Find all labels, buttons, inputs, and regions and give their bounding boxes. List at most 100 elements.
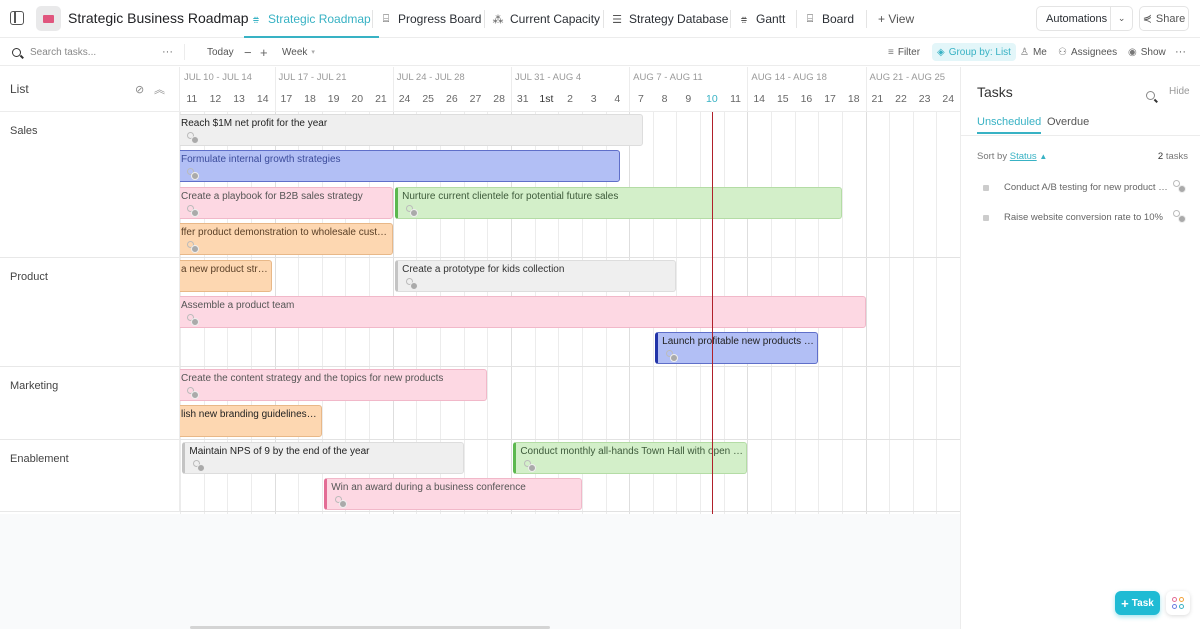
today-button[interactable]: Today (207, 38, 234, 66)
tab-board[interactable]: ⌸ Board (804, 0, 854, 38)
show-button[interactable]: ◉ Show (1128, 38, 1166, 66)
task-bar[interactable]: Win an award during a business conferenc… (324, 478, 582, 510)
grid-line (936, 112, 938, 514)
automations-button[interactable]: Automations ⌄ (1036, 6, 1133, 31)
hide-panel-button[interactable]: Hide (1169, 86, 1190, 97)
assignee-icon[interactable] (406, 277, 419, 290)
assignee-icon[interactable] (187, 168, 199, 181)
group-sales[interactable]: Sales (0, 112, 180, 258)
week-divider (747, 67, 749, 111)
assignee-icon[interactable] (666, 350, 679, 363)
task-bar[interactable]: Create a playbook for B2B sales strategy (180, 186, 393, 219)
assignee-icon[interactable] (1173, 180, 1187, 194)
more-options-right-button[interactable]: ··· (1175, 38, 1186, 66)
panel-search-icon[interactable] (1146, 87, 1155, 105)
tasks-panel: Tasks Hide Unscheduled Overdue Sort by S… (960, 67, 1200, 629)
new-task-label: Task (1131, 597, 1154, 609)
task-bar[interactable]: Create the content strategy and the topi… (180, 368, 488, 401)
group-label: Marketing (10, 379, 59, 392)
task-bar[interactable]: Assemble a product team (180, 296, 866, 328)
hide-eye-icon[interactable]: ⊘ (135, 83, 144, 96)
group-enablement[interactable]: Enablement (0, 439, 180, 513)
day-label: 11 (730, 93, 741, 105)
me-label: Me (1032, 46, 1047, 58)
timescale-dropdown[interactable]: Week ▾ (282, 38, 315, 66)
task-title: Create the content strategy and the topi… (181, 372, 444, 384)
new-task-button[interactable]: + Task (1115, 591, 1160, 615)
sort-field-link[interactable]: Status (1010, 151, 1037, 162)
task-title: a new product strate... (181, 263, 268, 275)
zoom-out-button[interactable]: − (244, 38, 252, 66)
group-by-button[interactable]: ◈ Group by: List (932, 43, 1016, 61)
sidebar-toggle-icon[interactable] (10, 11, 24, 25)
task-bar[interactable]: Maintain NPS of 9 by the end of the year (182, 441, 464, 474)
workload-icon: ⁂ (492, 13, 504, 26)
filter-button[interactable]: ≡ Filter (888, 38, 920, 66)
task-bar[interactable]: ffer product demonstration to wholesale … (180, 223, 393, 256)
assignee-icon[interactable] (187, 241, 199, 254)
assignee-icon[interactable] (406, 204, 419, 217)
week-label: AUG 14 - AUG 18 (751, 72, 827, 83)
assignees-button[interactable]: ⚇ Assignees (1058, 38, 1117, 66)
folder-icon[interactable] (36, 6, 61, 31)
assignee-icon[interactable] (187, 204, 199, 217)
top-bar: Strategic Business Roadmap ⩷ Strategic R… (0, 0, 1200, 38)
day-label: 18 (304, 93, 316, 105)
share-button[interactable]: ⋞ Share (1139, 6, 1189, 31)
task-bar[interactable]: Formulate internal growth strategies (180, 150, 620, 183)
add-view-button[interactable]: + View (878, 0, 914, 38)
group-marketing[interactable]: Marketing (0, 366, 180, 440)
day-label: 24 (942, 93, 955, 105)
tab-overdue[interactable]: Overdue (1047, 116, 1089, 128)
zoom-in-button[interactable]: + (260, 38, 268, 66)
tab-label: Strategic Roadmap (268, 12, 371, 26)
day-label: 20 (351, 93, 364, 105)
day-label: 31 (516, 93, 529, 105)
tab-strategic-roadmap[interactable]: ⩷ Strategic Roadmap (244, 0, 379, 38)
group-divider (180, 438, 960, 440)
task-title: Launch profitable new products wi... (662, 336, 815, 348)
day-label: 7 (638, 93, 644, 105)
tab-current-capacity[interactable]: ⁂ Current Capacity (492, 0, 601, 38)
week-label: JUL 31 - AUG 4 (514, 72, 582, 83)
divider (961, 135, 1200, 136)
tab-strategy-database[interactable]: ☰ Strategy Database (611, 0, 728, 38)
search-input[interactable]: Search tasks... (30, 47, 96, 58)
task-bar[interactable]: Create a prototype for kids collection (395, 259, 677, 292)
me-filter-button[interactable]: ♙ Me (1020, 38, 1047, 66)
grid-line (865, 112, 867, 514)
more-options-button[interactable]: ··· (162, 38, 173, 66)
tab-progress-board[interactable]: ⌸ Progress Board (380, 0, 482, 38)
group-label: Sales (10, 125, 38, 137)
unscheduled-task-item[interactable]: Raise website conversion rate to 10% (977, 210, 1191, 230)
group-product[interactable]: Product (0, 257, 180, 367)
assignee-icon[interactable] (187, 386, 199, 399)
task-title: Win an award during a business conferenc… (331, 482, 526, 493)
collapse-all-icon[interactable]: ︽ (154, 81, 165, 97)
assignee-icon[interactable] (524, 459, 537, 472)
day-label: 14 (753, 93, 765, 105)
assignee-icon[interactable] (187, 314, 199, 326)
tab-gantt[interactable]: ⩷ Gantt (738, 0, 786, 38)
assignee-icon[interactable] (1173, 210, 1187, 224)
tab-unscheduled[interactable]: Unscheduled (977, 116, 1042, 134)
task-bar[interactable]: a new product strate... (180, 259, 273, 292)
task-bar[interactable]: Reach $1M net profit for the year (180, 114, 644, 146)
apps-button[interactable] (1166, 591, 1190, 615)
chevron-down-icon[interactable]: ⌄ (1110, 7, 1132, 30)
day-label: 21 (375, 93, 387, 105)
assignee-icon[interactable] (193, 459, 206, 472)
search-field[interactable]: Search tasks... (12, 38, 96, 66)
day-label: 1st (539, 93, 554, 105)
task-bar[interactable]: Launch profitable new products wi... (655, 332, 819, 365)
assignee-icon[interactable] (335, 496, 348, 508)
apps-dot-icon (1179, 597, 1184, 602)
tab-label: Current Capacity (510, 12, 601, 26)
task-bar[interactable]: Nurture current clientele for potential … (395, 186, 842, 219)
unscheduled-task-item[interactable]: Conduct A/B testing for new product p... (977, 180, 1191, 200)
group-divider (180, 511, 960, 513)
grid-line (912, 112, 914, 514)
assignee-icon[interactable] (187, 132, 199, 144)
task-bar[interactable]: lish new branding guidelines f... (180, 405, 322, 438)
caret-up-icon[interactable]: ▲ (1039, 152, 1047, 161)
